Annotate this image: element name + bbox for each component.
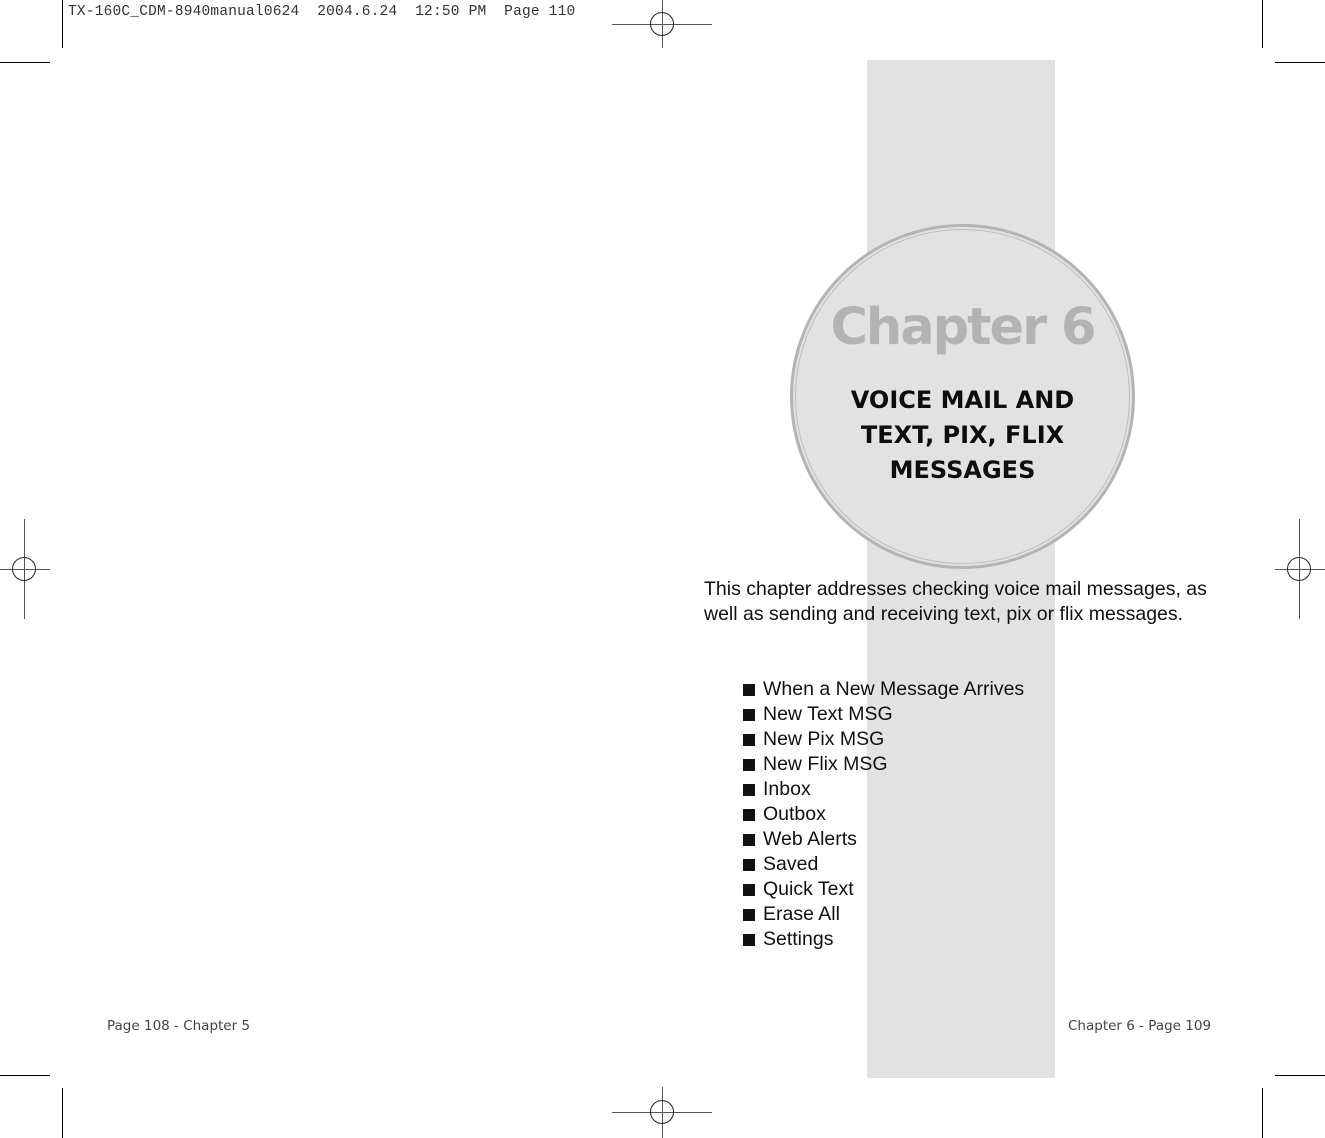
topic-label: Inbox	[763, 778, 811, 800]
square-bullet-icon	[743, 808, 755, 821]
square-bullet-icon	[743, 933, 755, 946]
topic-item: Inbox	[743, 777, 1024, 802]
square-bullet-icon	[743, 883, 755, 896]
chapter-topic-list: When a New Message Arrives New Text MSG …	[743, 677, 1024, 952]
topic-item: Settings	[743, 927, 1024, 952]
topic-label: New Text MSG	[763, 703, 893, 725]
printer-slug: TX-160C_CDM-8940manual0624 2004.6.24 12:…	[68, 4, 576, 20]
crop-mark-bottom-left-horizontal	[0, 1075, 50, 1076]
chapter-title-line: TEXT, PIX, FLIX	[860, 421, 1065, 449]
crosshair-circle-icon	[1287, 557, 1311, 581]
crop-mark-bottom-left-vertical	[62, 1088, 63, 1138]
footer-left-page-label: Page 108 - Chapter 5	[107, 1018, 251, 1034]
chapter-intro-paragraph: This chapter addresses checking voice ma…	[704, 578, 1207, 625]
crosshair-circle-icon	[650, 1100, 674, 1124]
topic-item: New Pix MSG	[743, 727, 1024, 752]
chapter-title: VOICE MAIL AND TEXT, PIX, FLIX MESSAGES	[790, 383, 1135, 488]
topic-label: Outbox	[763, 803, 826, 825]
topic-item: New Flix MSG	[743, 752, 1024, 777]
topic-item: New Text MSG	[743, 702, 1024, 727]
crop-mark-bottom-right-horizontal	[1275, 1075, 1325, 1076]
topic-label: New Pix MSG	[763, 728, 885, 750]
square-bullet-icon	[743, 733, 755, 746]
chapter-number: Chapter 6	[830, 298, 1096, 357]
square-bullet-icon	[743, 683, 755, 696]
topic-label: Saved	[763, 853, 819, 875]
footer-right-page-label: Chapter 6 - Page 109	[1068, 1018, 1212, 1034]
crop-mark-top-left-vertical	[62, 0, 63, 48]
chapter-title-line: VOICE MAIL AND	[850, 386, 1075, 414]
topic-item: Erase All	[743, 902, 1024, 927]
crop-mark-bottom-right-vertical	[1262, 1088, 1263, 1138]
square-bullet-icon	[743, 783, 755, 796]
topic-label: Erase All	[763, 903, 840, 925]
square-bullet-icon	[743, 908, 755, 921]
square-bullet-icon	[743, 833, 755, 846]
topic-item: Quick Text	[743, 877, 1024, 902]
crosshair-circle-icon	[12, 557, 36, 581]
topic-item: Outbox	[743, 802, 1024, 827]
topic-label: When a New Message Arrives	[763, 678, 1025, 700]
topic-item: When a New Message Arrives	[743, 677, 1024, 702]
square-bullet-icon	[743, 708, 755, 721]
topic-item: Web Alerts	[743, 827, 1024, 852]
crop-mark-top-right-horizontal	[1275, 62, 1325, 63]
square-bullet-icon	[743, 758, 755, 771]
crop-mark-top-right-vertical	[1262, 0, 1263, 48]
topic-label: Quick Text	[763, 878, 854, 900]
chapter-title-line: MESSAGES	[889, 456, 1036, 484]
topic-item: Saved	[743, 852, 1024, 877]
topic-label: Settings	[763, 928, 834, 950]
crosshair-circle-icon	[650, 12, 674, 36]
topic-label: New Flix MSG	[763, 753, 888, 775]
square-bullet-icon	[743, 858, 755, 871]
crop-mark-top-left-horizontal	[0, 62, 50, 63]
topic-label: Web Alerts	[763, 828, 857, 850]
